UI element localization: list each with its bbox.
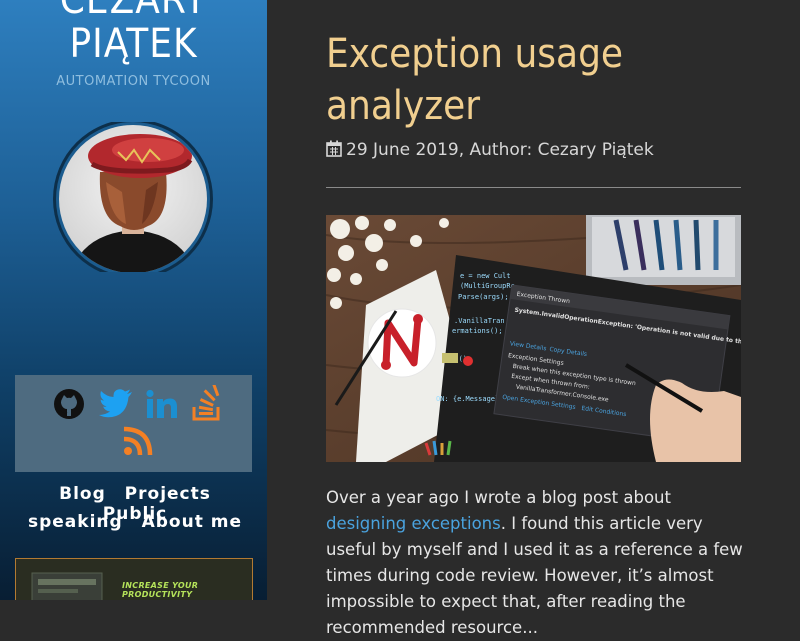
calendar-icon [326,140,342,157]
site-name-line1[interactable]: CEZARY [0,0,267,22]
main-nav-row2: speaking About me [20,512,250,532]
post-hero-image: e = new Cult (MultiGroupRe Parse(args); … [326,215,741,462]
post-title-line2: analyzer [326,83,481,129]
post-intro-paragraph: Over a year ago I wrote a blog post abou… [326,485,746,641]
nav-blog[interactable]: Blog [59,484,106,504]
social-links [15,375,252,472]
post-intro-text: Over a year ago I wrote a blog post abou… [326,488,671,507]
promo-banner[interactable]: INCREASE YOUR PRODUCTIVITY [15,558,253,600]
site-name[interactable]: CEZARY PIĄTEK [0,0,267,66]
site-tagline: AUTOMATION TYCOON [56,74,211,89]
site-name-line2[interactable]: PIĄTEK [0,22,267,66]
nav-projects[interactable]: Projects [125,484,211,504]
nav-public-speaking-part2[interactable]: speaking [28,512,123,532]
post-title-line1: Exception usage [326,31,624,77]
post-title: Exception usage analyzer [326,28,756,132]
sidebar: CEZARY PIĄTEK AUTOMATION TYCOON Blog Pro… [0,0,267,600]
post-meta: 29 June 2019, Author: Cezary Piątek [326,140,654,160]
designing-exceptions-link[interactable]: designing exceptions [326,514,501,533]
avatar [48,122,216,272]
hero-code-line: (MultiGroupRe [460,282,515,290]
github-icon[interactable] [53,388,85,420]
rss-icon[interactable] [122,425,154,457]
linkedin-icon[interactable] [146,389,178,419]
hero-code-line: .VanillaTran [454,317,505,325]
stackoverflow-icon[interactable] [191,385,223,421]
nav-about-me[interactable]: About me [142,512,242,532]
hero-code-line: ermations(); [452,327,503,335]
hero-code-line: e = new Cult [460,272,511,280]
promo-text: INCREASE YOUR PRODUCTIVITY [122,581,199,599]
main-content: Exception usage analyzer 29 June 2019, A… [267,0,800,637]
post-date-author: 29 June 2019, Author: Cezary Piątek [346,140,654,160]
hero-code-line: Parse(args); [458,293,509,301]
twitter-icon[interactable] [99,388,133,418]
divider [326,187,741,188]
